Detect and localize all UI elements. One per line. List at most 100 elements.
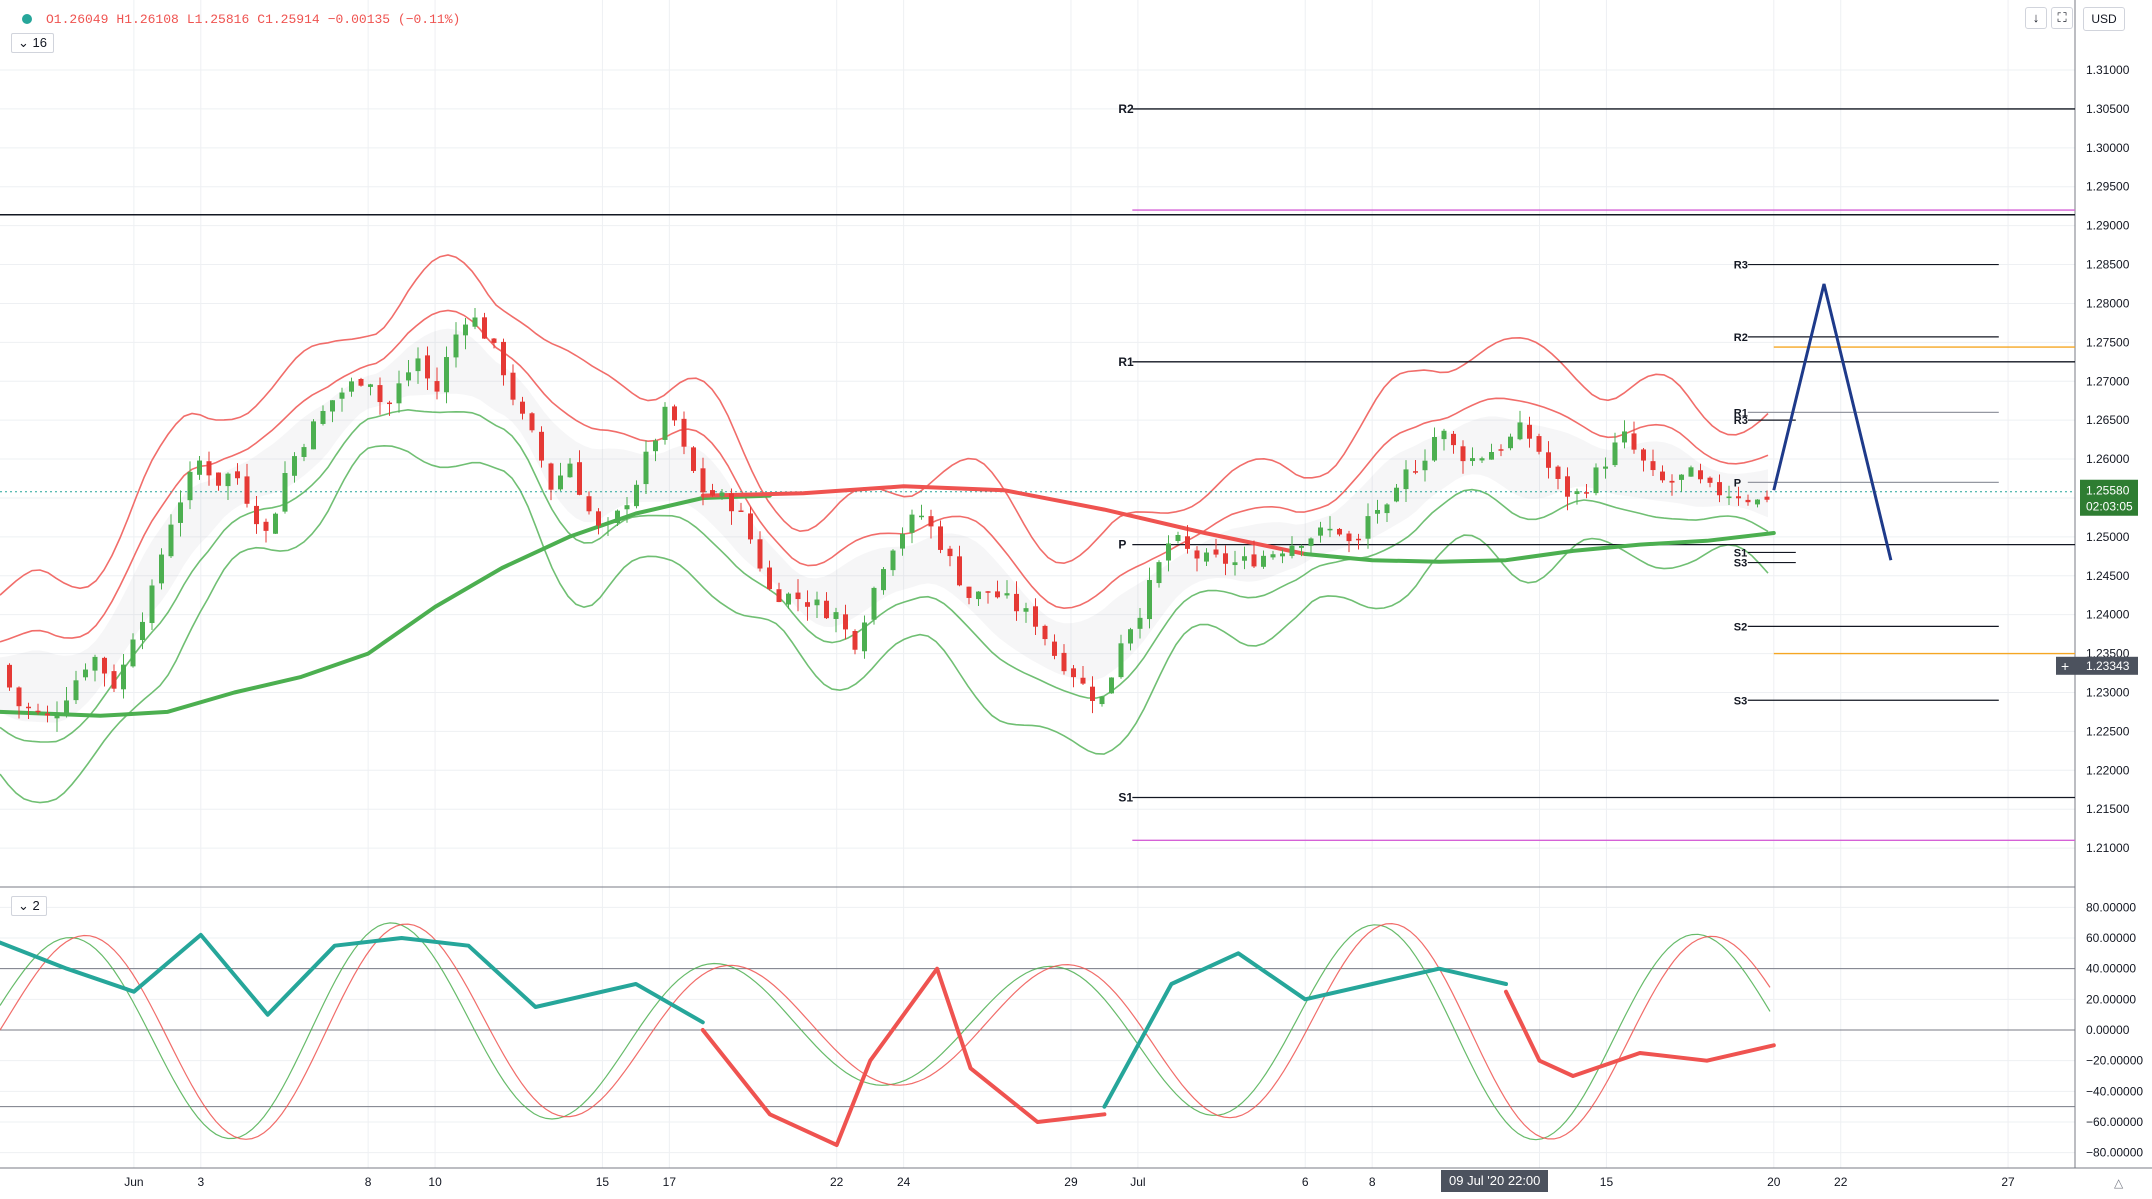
- candle-body: [643, 451, 649, 485]
- candle-body: [909, 514, 915, 533]
- candle-body: [1527, 424, 1532, 439]
- pivot-label: R2: [1734, 332, 1748, 344]
- candle-body: [1280, 553, 1285, 557]
- candle: [1612, 432, 1618, 467]
- candle-body: [282, 473, 288, 512]
- time-axis-tick: 6: [1302, 1175, 1309, 1189]
- candle: [254, 496, 259, 534]
- candle-body: [1327, 528, 1333, 531]
- candle-body: [453, 334, 459, 358]
- candle: [1090, 676, 1095, 714]
- time-axis-tick: Jun: [124, 1175, 143, 1189]
- candle-body: [1470, 458, 1475, 462]
- candle-body: [1660, 471, 1665, 481]
- candle: [1109, 677, 1114, 694]
- last-price-value: 1.25580: [2086, 484, 2130, 498]
- candle-body: [985, 591, 991, 593]
- price-axis-tick: 1.26000: [2086, 452, 2130, 466]
- candle-body: [1071, 668, 1076, 678]
- oscillator-axis-tick: −80.00000: [2086, 1146, 2143, 1160]
- candle-body: [1403, 469, 1409, 490]
- pivot-label: P: [1734, 477, 1741, 489]
- candle-body: [615, 510, 620, 524]
- candle-body: [1194, 550, 1200, 559]
- candle-body: [510, 372, 516, 400]
- candle-body: [1365, 516, 1371, 539]
- candle-body: [938, 526, 943, 550]
- candle-body: [349, 381, 354, 392]
- candle-body: [1137, 617, 1143, 629]
- candle-body: [368, 384, 373, 387]
- pivot-label: S1: [1118, 791, 1133, 805]
- candle-body: [1004, 593, 1010, 596]
- price-axis-tick: 1.27500: [2086, 335, 2130, 349]
- candle-body: [681, 418, 687, 447]
- candle-body: [662, 406, 668, 440]
- candle-body: [1441, 430, 1447, 440]
- price-axis-tick: 1.26500: [2086, 413, 2130, 427]
- candle-body: [1413, 471, 1418, 473]
- candle-body: [1223, 553, 1228, 564]
- candle-body: [719, 492, 725, 497]
- candle-body: [1460, 446, 1466, 462]
- oscillator-pane-toggle[interactable]: ⌄ 2: [11, 896, 47, 916]
- candle-body: [776, 589, 782, 603]
- candle-body: [1099, 696, 1105, 705]
- candle-body: [1042, 625, 1048, 640]
- candle-body: [1555, 466, 1561, 479]
- candle-body: [1603, 466, 1608, 469]
- candle-body: [35, 710, 41, 713]
- pivot-label: S3: [1734, 695, 1747, 707]
- candle-body: [1688, 467, 1694, 477]
- candle-body: [1546, 452, 1551, 468]
- candle-body: [1508, 436, 1513, 449]
- candle: [358, 377, 364, 387]
- candle: [909, 509, 915, 544]
- candle-body: [1375, 509, 1380, 514]
- price-axis-tick: 1.29000: [2086, 219, 2130, 233]
- fullscreen-button[interactable]: ⛶: [2051, 7, 2073, 29]
- candle-body: [1707, 477, 1713, 483]
- candle-body: [501, 341, 506, 376]
- candle-body: [653, 440, 658, 452]
- candle-body: [1346, 533, 1352, 542]
- pivot-label: P: [1118, 538, 1126, 552]
- candle-body: [1299, 545, 1304, 548]
- candle-body: [700, 468, 706, 493]
- time-axis-tick: Jul: [1130, 1175, 1145, 1189]
- oscillator-main-line: [1504, 989, 1776, 1078]
- candle-body: [1641, 449, 1646, 461]
- price-axis-tick: 1.28500: [2086, 258, 2130, 272]
- candle-body: [1394, 487, 1399, 502]
- candle-body: [482, 317, 487, 339]
- download-button[interactable]: ↓: [2025, 7, 2047, 29]
- candle-body: [1698, 470, 1703, 480]
- price-chart[interactable]: R2R1PS1R3R2R1R3PS1S3S2S31.310001.305001.…: [0, 0, 2152, 1199]
- candle-body: [149, 585, 155, 624]
- ohlc-change: −0.00135 (−0.11%): [327, 11, 461, 27]
- candle-body: [871, 587, 877, 620]
- candle: [748, 506, 753, 544]
- candle-body: [1033, 606, 1038, 627]
- price-axis-tick: 1.29500: [2086, 180, 2130, 194]
- candle-body: [567, 463, 573, 478]
- currency-button[interactable]: USD: [2083, 7, 2125, 31]
- main-pane-toggle[interactable]: ⌄ 16: [11, 33, 54, 53]
- grid-lines: [0, 0, 2075, 1168]
- candle-body: [1166, 543, 1171, 561]
- symbol-status-icon: [22, 14, 32, 24]
- candles: [7, 308, 1770, 732]
- candle: [1432, 427, 1437, 462]
- candle-body: [1422, 460, 1428, 471]
- price-axis-tick: 1.22500: [2086, 724, 2130, 738]
- price-axis-tick: 1.31000: [2086, 63, 2130, 77]
- candle-body: [890, 550, 896, 571]
- candle: [672, 404, 677, 426]
- candle-body: [957, 556, 962, 586]
- time-axis-tick: 10: [428, 1175, 442, 1189]
- candle-body: [168, 524, 174, 557]
- candle-body: [377, 385, 383, 403]
- candle-body: [558, 475, 563, 490]
- candle-body: [73, 680, 79, 701]
- oscillator-axis-tick: −20.00000: [2086, 1054, 2143, 1068]
